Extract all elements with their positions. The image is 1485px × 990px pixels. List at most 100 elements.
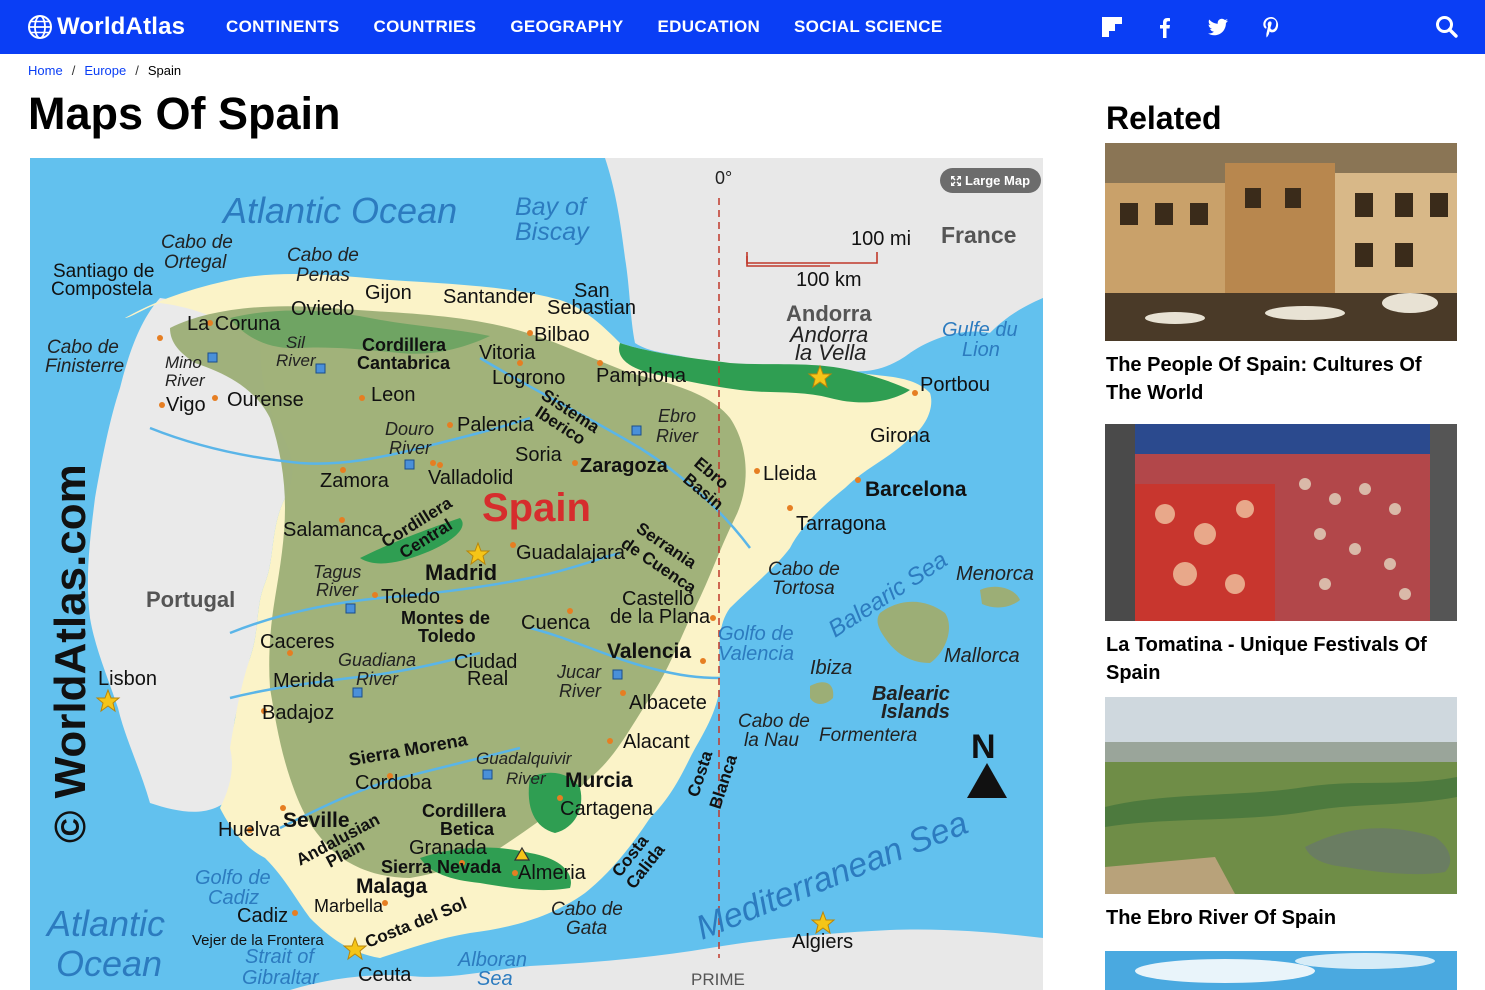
map-label-vejer: Vejer de la Frontera: [192, 932, 324, 949]
pinterest-icon[interactable]: [1258, 14, 1284, 40]
map-label-montes-1: Montes de: [401, 608, 490, 628]
large-map-label: Large Map: [965, 173, 1031, 188]
map-label-san-sebastian-2: Sebastian: [547, 297, 636, 319]
map-label-vitoria: Vitoria: [479, 342, 536, 364]
map-watermark: © WorldAtlas.com: [46, 464, 95, 843]
map-label-cabo-gata-1: Cabo de: [551, 899, 623, 920]
flipboard-icon[interactable]: [1099, 14, 1125, 40]
map-label-cabo-finisterre-1: Cabo de: [47, 337, 119, 358]
map-label-guadiana-2: River: [356, 669, 399, 689]
breadcrumb: Home / Europe / Spain: [28, 63, 181, 78]
breadcrumb-current: Spain: [147, 63, 182, 78]
main-nav: CONTINENTS COUNTRIES GEOGRAPHY EDUCATION…: [226, 0, 976, 54]
map-label-portbou: Portbou: [920, 374, 990, 396]
map-label-ceuta: Ceuta: [358, 964, 412, 986]
map-label-sil-2: River: [276, 351, 317, 370]
map-label-jucar-2: River: [559, 681, 602, 701]
search-icon[interactable]: [1434, 14, 1460, 40]
map-label-jucar-1: Jucar: [556, 662, 602, 682]
map-label-ibiza: Ibiza: [810, 657, 852, 679]
map-label-cabo-ortegal-2: Ortegal: [164, 252, 227, 273]
map-label-toledo: Toledo: [381, 586, 440, 608]
map-label-cabo-penas-2: Penas: [296, 265, 350, 286]
map-label-cadiz: Cadiz: [237, 905, 288, 927]
ibiza-island: [810, 682, 834, 704]
mallorca-island: [877, 601, 950, 663]
menorca-island: [980, 586, 1020, 608]
map-label-lisbon: Lisbon: [98, 668, 157, 690]
map-label-portugal: Portugal: [146, 587, 235, 612]
map-label-golfo-cadiz-1: Golfo de: [195, 867, 271, 889]
map-label-zaragoza: Zaragoza: [580, 455, 669, 477]
map-label-vigo: Vigo: [166, 394, 206, 416]
map-label-tagus-2: River: [316, 580, 359, 600]
map-label-guadalquivir-2: River: [506, 769, 547, 788]
map-label-golfo-valencia-2: Valencia: [718, 643, 794, 665]
map-label-ourense: Ourense: [227, 389, 304, 411]
expand-icon: [951, 175, 961, 186]
map-label-golfo-valencia-1: Golfo de: [718, 623, 794, 645]
map-label-salamanca: Salamanca: [283, 519, 384, 541]
map-label-cordillera-cantabrica-1: Cordillera: [362, 335, 447, 355]
map-label-albacete: Albacete: [629, 692, 707, 714]
map-label-formentera: Formentera: [819, 725, 917, 746]
map-label-cabo-ortegal-1: Cabo de: [161, 232, 233, 253]
capital-star-algiers: [810, 910, 836, 935]
map-label-granada: Granada: [409, 837, 488, 859]
related-image-people[interactable]: [1105, 143, 1457, 341]
map-label-mallorca: Mallorca: [944, 645, 1020, 667]
twitter-icon[interactable]: [1205, 14, 1231, 40]
spain-map[interactable]: © WorldAtlas.com Atlantic Ocean Bay of B…: [30, 158, 1043, 990]
map-label-montes-2: Toledo: [418, 626, 476, 646]
map-label-marbella: Marbella: [314, 896, 384, 916]
map-label-lleida: Lleida: [763, 463, 817, 485]
related-title-ebro[interactable]: The Ebro River Of Spain: [1106, 904, 1456, 932]
map-label-murcia: Murcia: [565, 769, 633, 792]
map-label-cabo-gata-2: Gata: [566, 918, 607, 939]
related-title-tomatina[interactable]: La Tomatina - Unique Festivals Of Spain: [1106, 631, 1456, 687]
facebook-icon[interactable]: [1152, 14, 1178, 40]
related-heading: Related: [1106, 100, 1222, 136]
related-title-people[interactable]: The People Of Spain: Cultures Of The Wor…: [1106, 351, 1456, 407]
map-label-caceres: Caceres: [260, 631, 334, 653]
nav-continents[interactable]: CONTINENTS: [226, 17, 340, 37]
map-label-mediterranean: Mediterranean Sea: [691, 804, 973, 948]
map-label-douro-1: Douro: [385, 419, 434, 439]
related-image-ebro[interactable]: [1105, 697, 1457, 894]
map-label-andorra-city-2: la Vella: [795, 340, 866, 365]
map-label-malaga: Malaga: [356, 875, 428, 898]
map-label-cordillera-betica-1: Cordillera: [422, 801, 507, 821]
map-label-santiago-2: Compostela: [51, 279, 153, 300]
nav-social-science[interactable]: SOCIAL SCIENCE: [794, 17, 942, 37]
map-label-la-coruna: La Coruna: [187, 313, 281, 335]
map-label-cordoba: Cordoba: [355, 772, 433, 794]
page-title: Maps Of Spain: [28, 88, 341, 139]
related-image-next[interactable]: [1105, 951, 1457, 990]
map-label-cartagena: Cartagena: [560, 798, 654, 820]
nav-geography[interactable]: GEOGRAPHY: [510, 17, 623, 37]
map-label-tarragona: Tarragona: [796, 513, 887, 535]
map-label-sierra-nevada: Sierra Nevada: [381, 857, 502, 877]
map-label-cabo-tortosa-1: Cabo de: [768, 559, 840, 580]
map-label-huelva: Huelva: [218, 819, 281, 841]
nav-education[interactable]: EDUCATION: [658, 17, 761, 37]
map-label-meridian-zero: 0°: [715, 168, 732, 188]
large-map-button[interactable]: Large Map: [940, 168, 1042, 193]
breadcrumb-europe[interactable]: Europe: [84, 63, 126, 78]
map-label-gulfe-du-lion-2: Lion: [962, 339, 1000, 361]
map-label-mino-1: Mino: [165, 353, 202, 372]
site-name: WorldAtlas: [57, 13, 186, 40]
map-label-france: France: [941, 222, 1016, 248]
map-label-palencia: Palencia: [457, 414, 535, 436]
map-label-guadiana-1: Guadiana: [338, 650, 416, 670]
map-label-ebro-river-2: River: [656, 426, 699, 446]
nav-countries[interactable]: COUNTRIES: [374, 17, 477, 37]
map-label-cabo-la-nau-2: la Nau: [744, 730, 799, 751]
related-image-tomatina[interactable]: [1105, 424, 1457, 621]
map-label-cuenca: Cuenca: [521, 612, 591, 634]
breadcrumb-home[interactable]: Home: [28, 63, 63, 78]
site-logo[interactable]: WorldAtlas: [27, 13, 185, 41]
map-label-badajoz: Badajoz: [262, 702, 334, 724]
map-label-cabo-la-nau-1: Cabo de: [738, 711, 810, 732]
breadcrumb-separator: /: [71, 63, 76, 78]
